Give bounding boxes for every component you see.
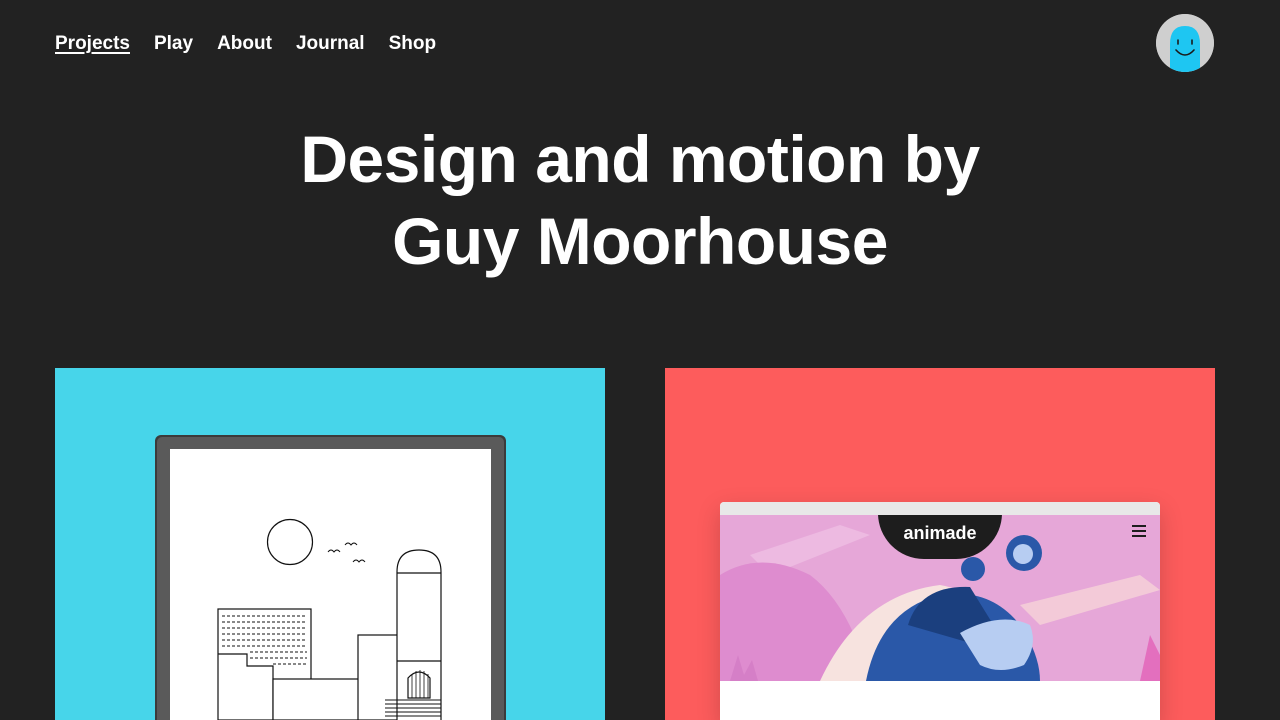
ereader-illustration: [155, 435, 506, 720]
nav-item-shop[interactable]: Shop: [389, 31, 437, 57]
nav-item-projects[interactable]: Projects: [55, 31, 130, 57]
browser-toolbar: [720, 502, 1160, 515]
hero-heading: Design and motion by Guy Moorhouse: [0, 118, 1280, 282]
hero-line-2: Guy Moorhouse: [392, 204, 888, 278]
hamburger-menu-icon[interactable]: [1132, 525, 1146, 540]
animade-logo-text: animade: [903, 523, 977, 543]
nav-item-play[interactable]: Play: [154, 31, 193, 57]
project-card-animade[interactable]: ∞ animade: [665, 368, 1215, 720]
hero-line-1: Design and motion by: [300, 122, 980, 196]
browser-frame: ∞ animade: [720, 502, 1160, 720]
smiling-face-avatar-icon: [1156, 14, 1214, 72]
main-nav: Projects Play About Journal Shop: [55, 31, 460, 57]
avatar[interactable]: [1156, 14, 1214, 72]
website-preview: ∞ animade: [720, 515, 1160, 681]
project-card-ereader[interactable]: [55, 368, 605, 720]
animade-logo-mark: ∞: [921, 515, 928, 517]
nav-item-journal[interactable]: Journal: [296, 31, 365, 57]
nav-item-about[interactable]: About: [217, 31, 272, 57]
